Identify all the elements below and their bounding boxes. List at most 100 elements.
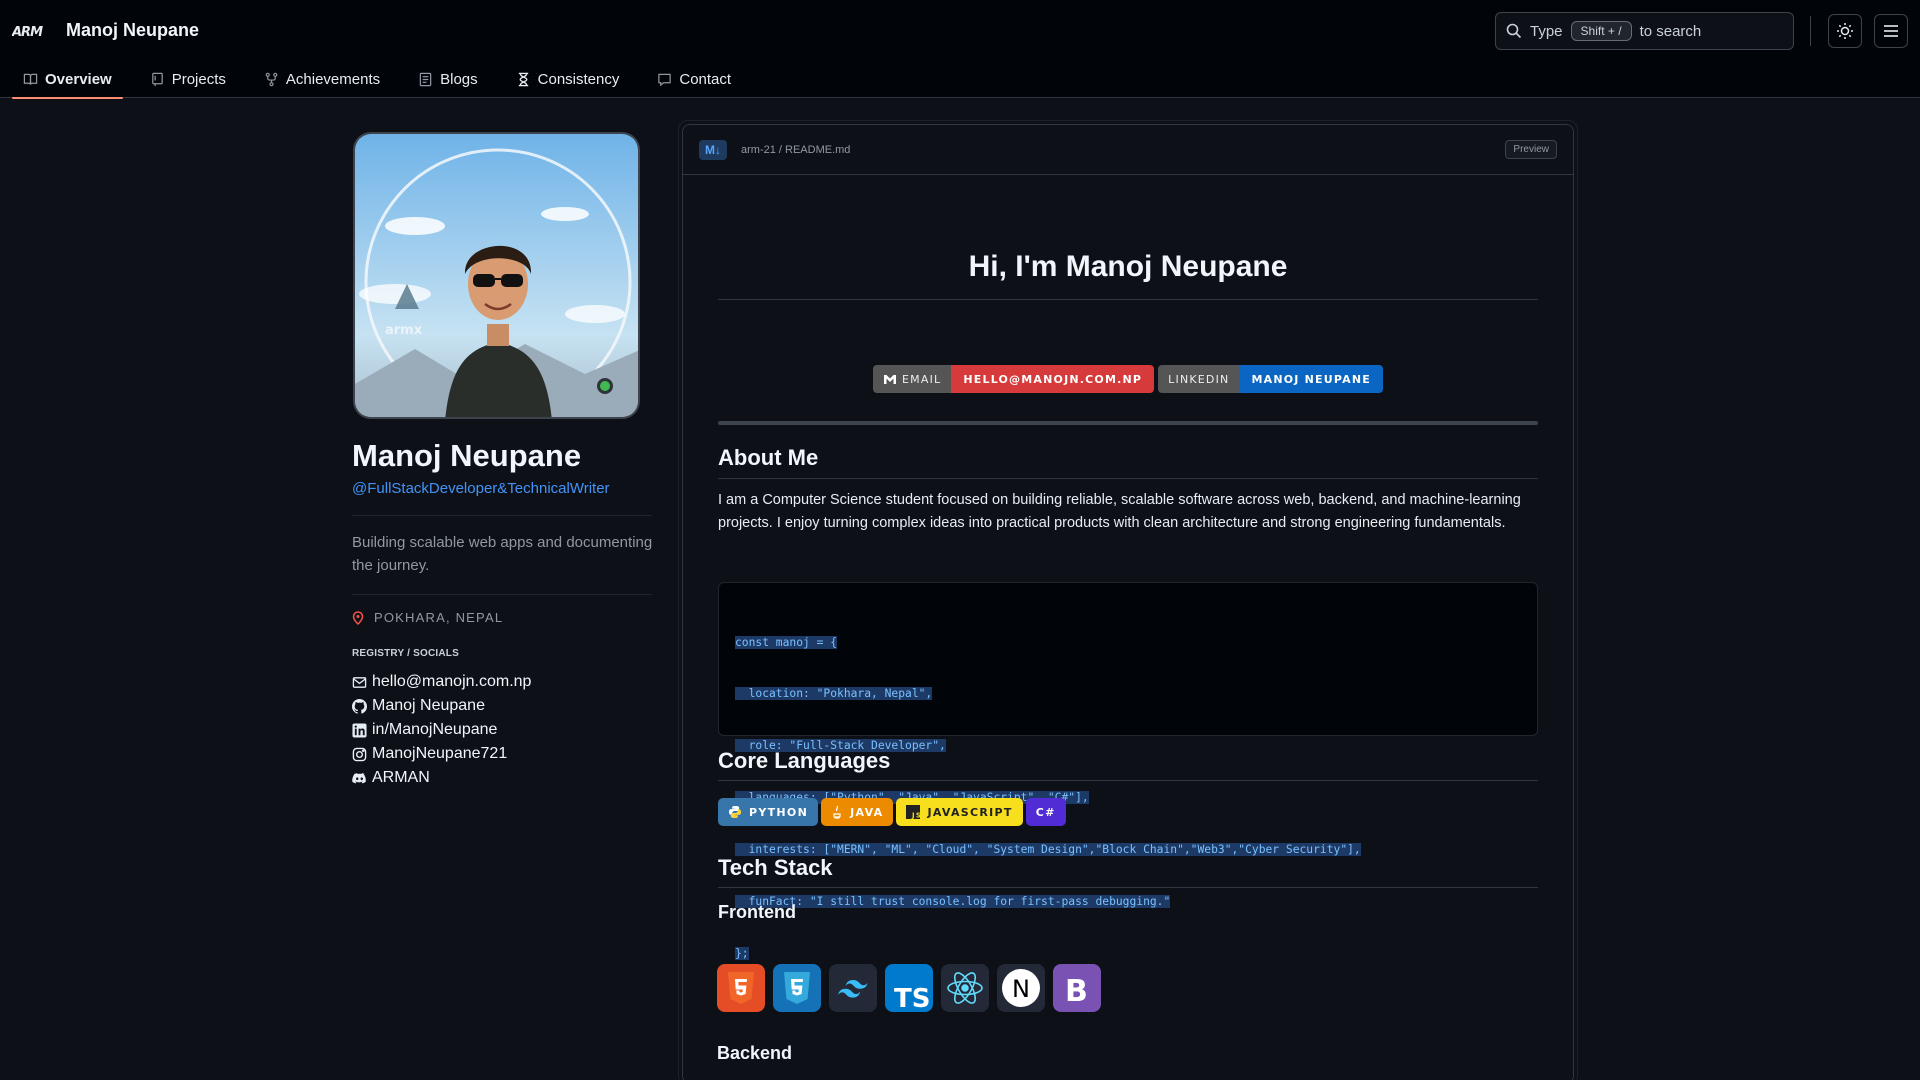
badge-label: LINKEDIN — [1158, 365, 1240, 393]
python-badge: PYTHON — [718, 798, 819, 826]
typescript-icon: TS — [885, 964, 933, 1012]
discord-icon — [352, 772, 366, 783]
search-input[interactable]: Type Shift + / to search — [1495, 12, 1794, 50]
gmail-icon — [884, 374, 897, 384]
social-linkedin[interactable]: in/ManojNeupane — [352, 718, 531, 742]
contact-badges: EMAIL HELLO@MANOJN.COM.NP LINKEDIN MANOJ… — [718, 365, 1538, 393]
social-label: Manoj Neupane — [372, 697, 485, 714]
code-line: interests: ["MERN", "ML", "Cloud", "Syst… — [735, 843, 1361, 857]
branch-icon — [265, 72, 278, 86]
backend-heading: Backend — [717, 1043, 793, 1063]
about-text: I am a Computer Science student focused … — [718, 492, 1521, 531]
title-rule — [718, 299, 1538, 300]
tailwind-icon — [829, 964, 877, 1012]
tab-projects[interactable]: Projects — [139, 60, 237, 98]
online-status-dot — [597, 378, 613, 394]
tab-label: Projects — [171, 70, 226, 88]
badge-label: C# — [1035, 805, 1056, 819]
svg-text:N: N — [1012, 975, 1030, 1003]
tab-label: Achievements — [285, 70, 381, 88]
location-text: POKHARA, NEPAL — [374, 610, 504, 625]
profile-bio: Building scalable web apps and documenti… — [352, 534, 653, 574]
site-logo-icon[interactable]: ARM — [12, 20, 52, 42]
code-line: location: "Pokhara, Nepal", — [735, 687, 933, 701]
python-icon — [729, 806, 741, 818]
site-title[interactable]: Manoj Neupane — [66, 20, 199, 41]
tab-label: Contact — [679, 70, 732, 88]
code-line: funFact: "I still trust console.log for … — [735, 895, 1171, 909]
repo-icon — [151, 72, 163, 86]
code-block: const manoj = { location: "Pokhara, Nepa… — [718, 582, 1538, 960]
bootstrap-icon: B — [1053, 964, 1101, 1012]
top-header: ARM Manoj Neupane Type Shift + / to sear… — [0, 0, 1920, 99]
tab-label: Consistency — [537, 70, 620, 88]
tab-achievements[interactable]: Achievements — [253, 60, 391, 98]
readme-header: M↓ arm-21 / README.md Preview — [683, 125, 1573, 175]
tab-overview[interactable]: Overview — [12, 60, 123, 99]
frontend-heading: Frontend — [718, 902, 796, 922]
badge-value: MANOJ NEUPANE — [1239, 365, 1383, 393]
sidebar-divider — [352, 594, 652, 595]
hamburger-icon — [1884, 25, 1898, 37]
tab-label: Overview — [45, 70, 112, 88]
code-line: const manoj = { — [735, 635, 838, 649]
linkedin-badge[interactable]: LINKEDIN MANOJ NEUPANE — [1158, 365, 1383, 393]
hourglass-icon — [518, 72, 528, 86]
social-discord[interactable]: ARMAN — [352, 766, 531, 790]
tab-blogs[interactable]: Blogs — [407, 60, 489, 98]
github-icon — [352, 698, 367, 714]
readme-path[interactable]: arm-21 / README.md — [741, 144, 850, 156]
badge-label: JAVASCRIPT — [927, 805, 1013, 819]
social-label: hello@manojn.com.np — [372, 673, 532, 690]
readme-title: Hi, I'm Manoj Neupane — [968, 250, 1288, 283]
badge-label: PYTHON — [749, 805, 809, 819]
profile-location: POKHARA, NEPAL — [352, 610, 503, 625]
readme-panel: M↓ arm-21 / README.md Preview Hi, I'm Ma… — [682, 124, 1574, 1080]
comment-icon — [658, 73, 672, 86]
about-heading: About Me — [718, 445, 819, 470]
main-tabs: Overview Projects Achievements Blogs Con… — [12, 60, 746, 99]
search-prefix: Type — [1530, 22, 1563, 40]
badge-label-wrap: EMAIL — [873, 365, 952, 393]
heading-rule — [718, 780, 1538, 781]
social-github[interactable]: Manoj Neupane — [352, 694, 531, 718]
linkedin-icon — [352, 722, 367, 738]
mail-icon — [352, 676, 367, 688]
css3-icon — [773, 964, 821, 1012]
csharp-badge: C# — [1025, 798, 1066, 826]
social-label: in/ManojNeupane — [372, 721, 498, 738]
markdown-icon: M↓ — [699, 139, 727, 160]
code-line: }; — [735, 946, 749, 960]
email-badge[interactable]: EMAIL HELLO@MANOJN.COM.NP — [873, 365, 1155, 393]
javascript-badge: JS JAVASCRIPT — [896, 798, 1023, 826]
theme-toggle-button[interactable] — [1828, 14, 1862, 48]
search-shortcut: Shift + / — [1570, 21, 1632, 41]
nextjs-icon: N — [997, 964, 1045, 1012]
badge-label: EMAIL — [902, 372, 942, 386]
tab-label: Blogs — [440, 70, 478, 88]
header-divider — [1810, 16, 1811, 46]
instagram-icon — [352, 747, 367, 761]
profile-handle[interactable]: @FullStackDeveloper&TechnicalWriter — [352, 480, 610, 497]
javascript-icon: JS — [906, 805, 921, 820]
core-languages-heading: Core Languages — [718, 748, 891, 773]
heading-rule — [718, 887, 1538, 888]
badge-label: JAVA — [850, 805, 884, 819]
badge-value: HELLO@MANOJN.COM.NP — [951, 365, 1155, 393]
svg-text:JS: JS — [911, 812, 920, 820]
social-instagram[interactable]: ManojNeupane721 — [352, 742, 531, 766]
react-icon — [941, 964, 989, 1012]
svg-text:armx: armx — [385, 323, 423, 338]
preview-button[interactable]: Preview — [1505, 140, 1557, 159]
social-email[interactable]: hello@manojn.com.np — [352, 670, 531, 694]
tab-contact[interactable]: Contact — [646, 60, 742, 98]
registry-heading: REGISTRY / SOCIALS — [352, 648, 459, 659]
svg-text:ARM: ARM — [12, 25, 43, 40]
java-badge: JAVA — [821, 798, 894, 826]
profile-avatar: armx — [353, 132, 640, 419]
note-icon — [419, 72, 432, 86]
sun-icon — [1837, 23, 1853, 39]
svg-text:B: B — [1065, 974, 1088, 1009]
tab-consistency[interactable]: Consistency — [505, 60, 631, 98]
menu-button[interactable] — [1874, 14, 1908, 48]
